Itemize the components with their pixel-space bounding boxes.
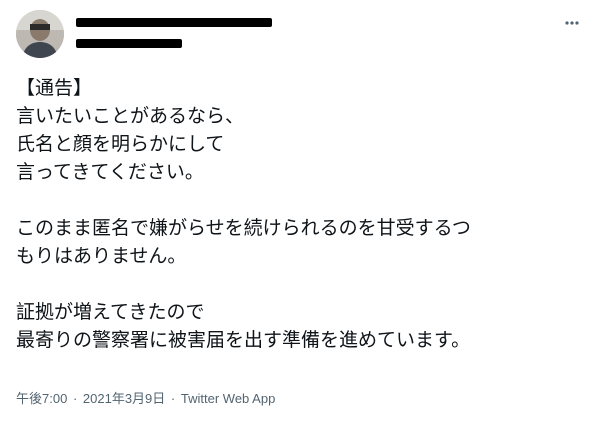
profile-photo-icon [16, 10, 64, 58]
tweet-text-line: 証拠が増えてきたので [16, 301, 205, 323]
meta-separator: · [72, 391, 78, 406]
tweet-text-line: 言いたいことがあるなら、 [16, 105, 245, 127]
avatar[interactable] [16, 10, 64, 58]
tweet-text-line: 氏名と顔を明らかにして [16, 133, 225, 155]
author-info[interactable] [76, 12, 286, 52]
tweet-text-line: もりはありません。 [16, 245, 187, 267]
redaction-bar [76, 39, 182, 48]
tweet-text-line: 言ってきてください。 [16, 161, 204, 183]
tweet-metadata: 午後7:00 · 2021年3月9日 · Twitter Web App [16, 390, 275, 408]
more-options-button[interactable] [559, 12, 585, 34]
tweet-date[interactable]: 2021年3月9日 [83, 391, 165, 406]
tweet-source-link[interactable]: Twitter Web App [181, 391, 275, 406]
more-horizontal-icon [565, 21, 579, 25]
meta-separator: · [170, 391, 176, 406]
tweet-text-line: 【通告】 [16, 77, 93, 99]
tweet-text-line: 最寄りの警察署に被害届を出す準備を進めています。 [16, 329, 471, 351]
redaction-bar [76, 18, 272, 27]
tweet-card: 【通告】 言いたいことがあるなら、 氏名と顔を明らかにして 言ってきてください。… [0, 0, 596, 423]
tweet-text: 【通告】 言いたいことがあるなら、 氏名と顔を明らかにして 言ってきてください。… [16, 74, 586, 354]
tweet-time[interactable]: 午後7:00 [16, 391, 67, 406]
tweet-text-line: このまま匿名で嫌がらせを続けられるのを甘受するつ [16, 217, 471, 239]
